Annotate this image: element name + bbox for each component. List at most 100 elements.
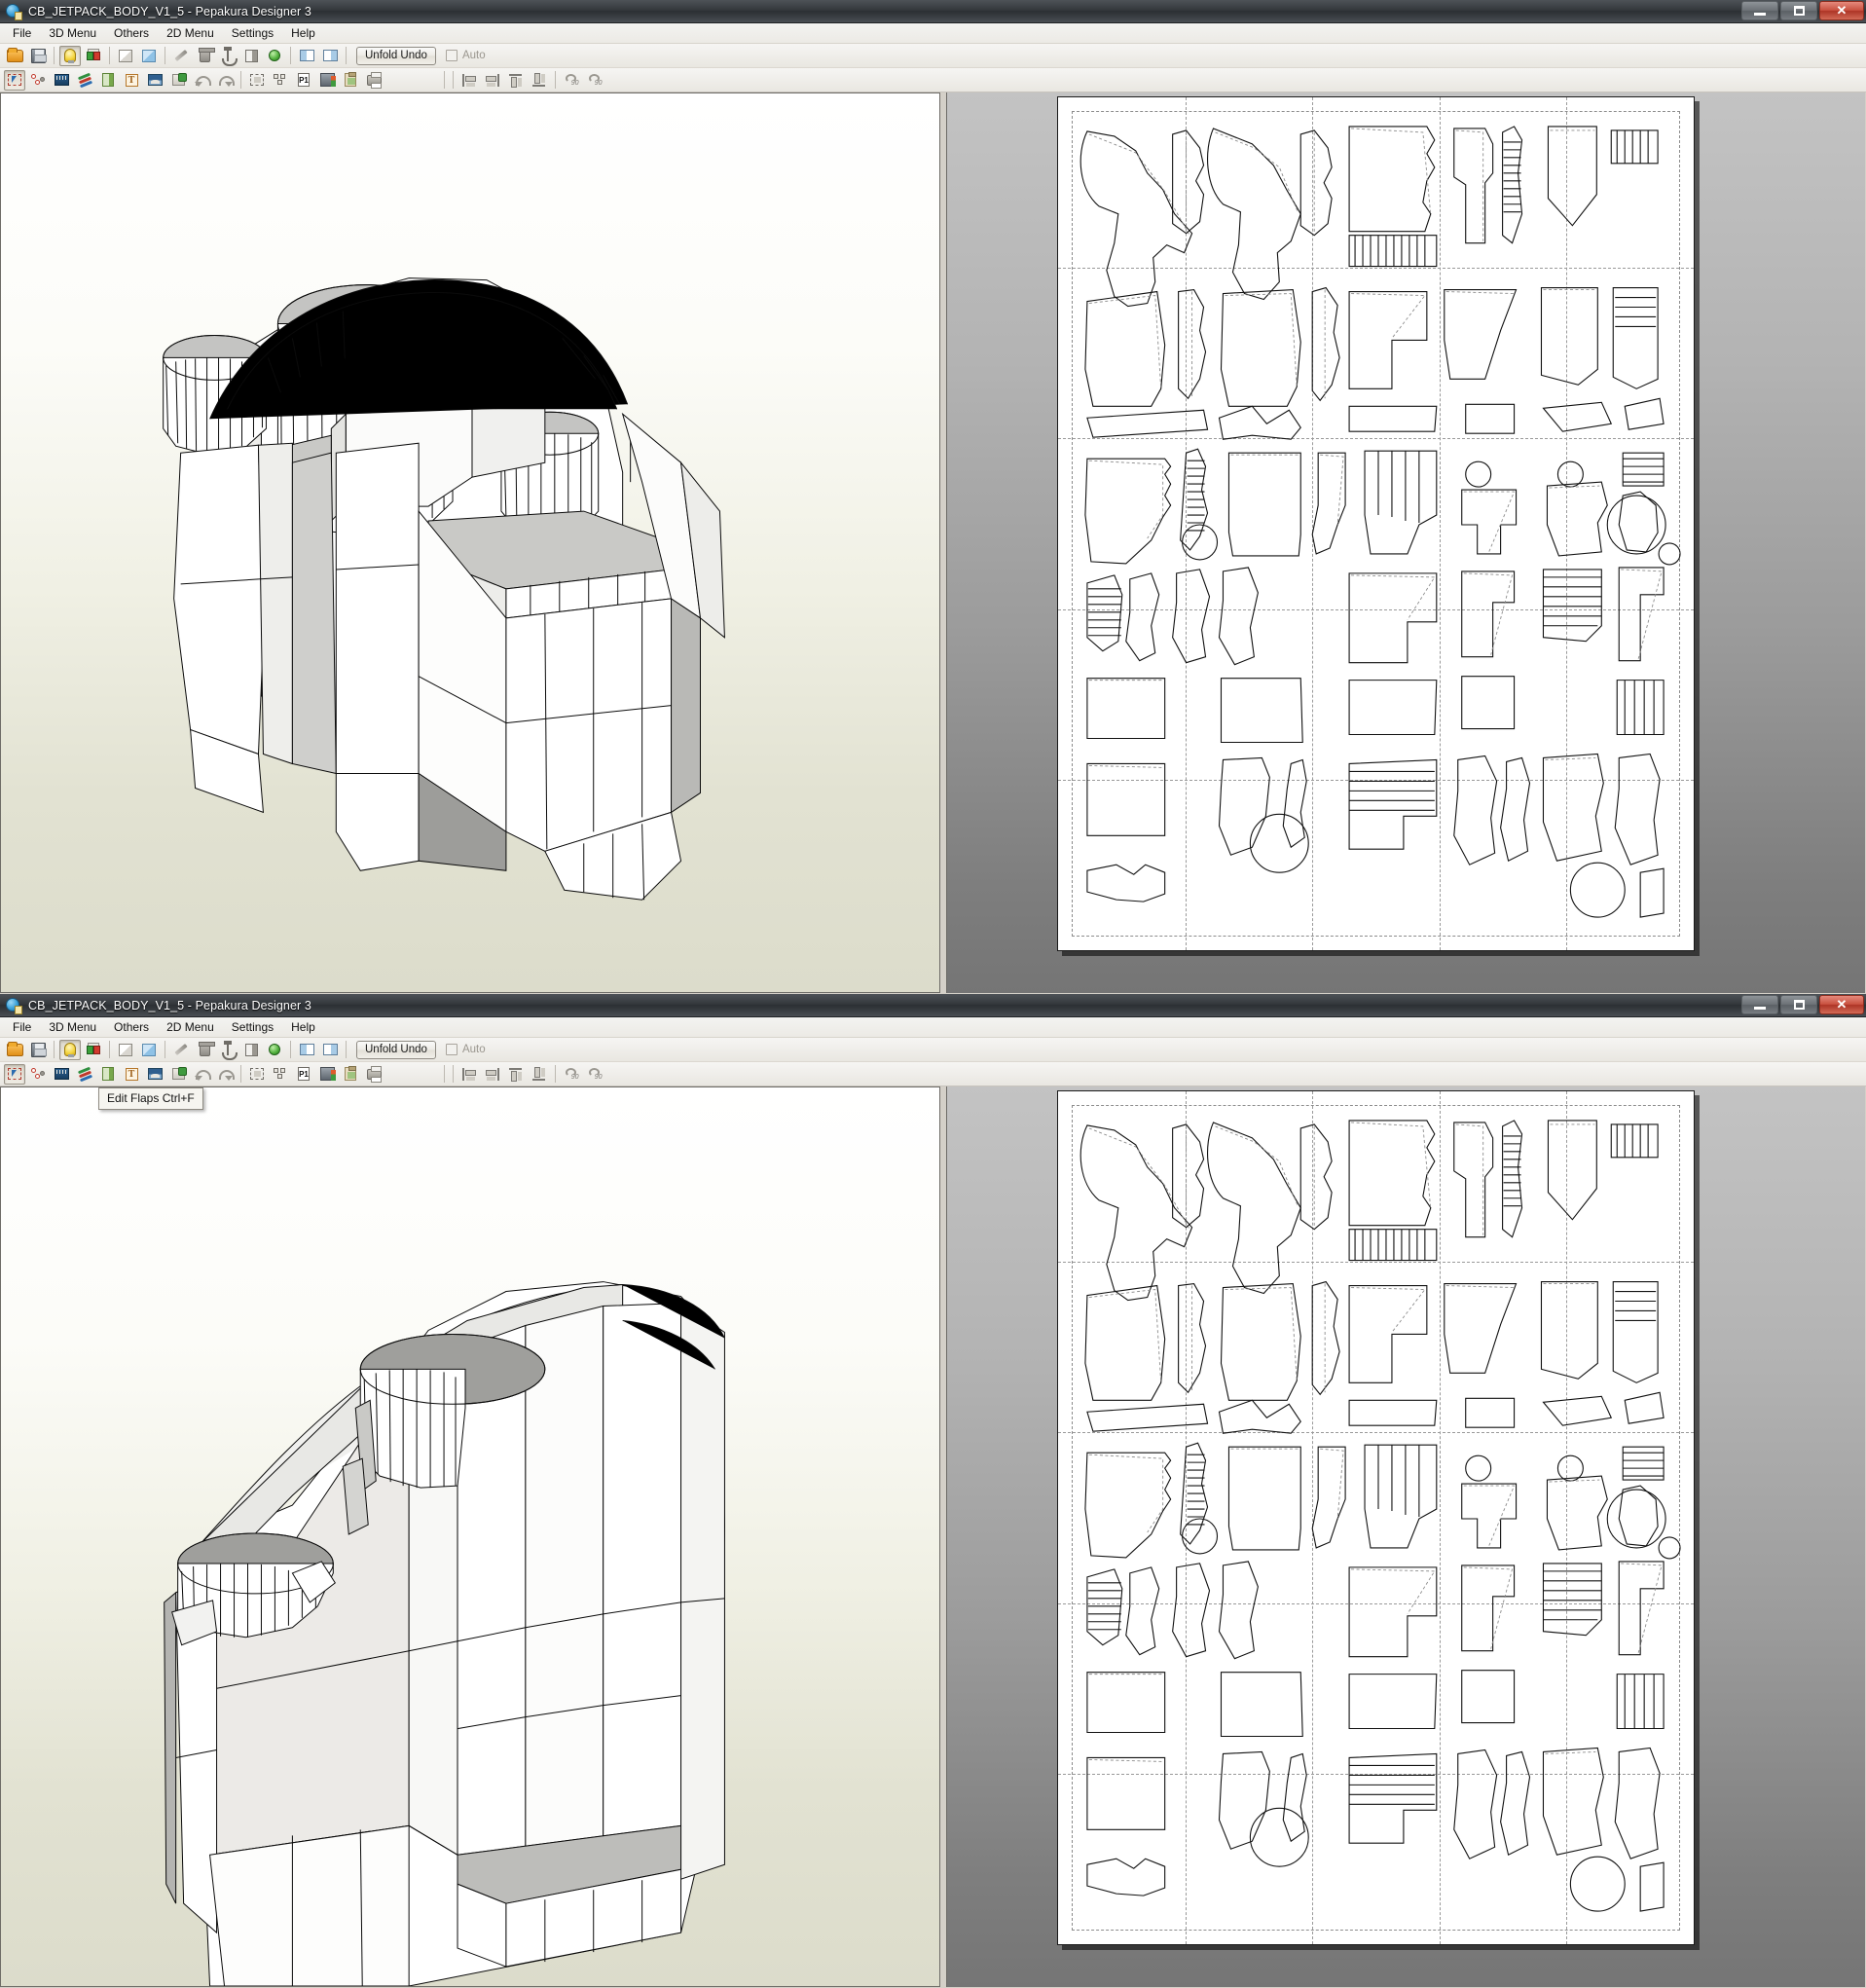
paint-box-icon[interactable] bbox=[167, 70, 189, 91]
select-tool-icon[interactable] bbox=[4, 1063, 25, 1085]
restore-button[interactable] bbox=[1780, 995, 1817, 1014]
redo-icon[interactable] bbox=[214, 70, 236, 91]
anchor-icon[interactable] bbox=[217, 1040, 238, 1060]
pane-right-icon[interactable] bbox=[319, 46, 341, 66]
green-globe-icon[interactable] bbox=[264, 46, 285, 66]
measure-ruler-icon[interactable] bbox=[51, 70, 72, 91]
auto-checkbox-group[interactable]: Auto bbox=[445, 1044, 486, 1055]
unfold-undo-button[interactable]: Unfold Undo bbox=[356, 46, 436, 65]
light-bulb-icon[interactable] bbox=[59, 45, 81, 66]
anchor-icon[interactable] bbox=[217, 46, 238, 66]
add-image-icon[interactable] bbox=[144, 1064, 165, 1085]
add-text-icon[interactable]: T bbox=[121, 70, 142, 91]
menu-item-3d-menu[interactable]: 3D Menu bbox=[40, 1018, 105, 1036]
pane-left-icon[interactable] bbox=[296, 1040, 317, 1060]
measure-ruler-icon[interactable] bbox=[51, 1064, 72, 1085]
auto-checkbox[interactable] bbox=[445, 1044, 457, 1055]
export-save-icon[interactable] bbox=[316, 70, 338, 91]
menu-item-file[interactable]: File bbox=[4, 24, 40, 42]
auto-checkbox-group[interactable]: Auto bbox=[445, 50, 486, 61]
align-left-icon[interactable] bbox=[458, 1064, 480, 1085]
edit-flaps-icon[interactable] bbox=[74, 70, 95, 91]
page-setup-icon[interactable]: P1 bbox=[293, 70, 314, 91]
align-top-icon[interactable] bbox=[505, 1064, 527, 1085]
open-book-icon[interactable] bbox=[97, 1064, 119, 1085]
blue-box-icon[interactable] bbox=[138, 1040, 160, 1060]
undo-icon[interactable] bbox=[191, 70, 212, 91]
open-file-icon[interactable] bbox=[4, 46, 25, 66]
export-save-icon[interactable] bbox=[316, 1064, 338, 1085]
menu-item-help[interactable]: Help bbox=[282, 1018, 324, 1036]
arrange-parts-icon[interactable] bbox=[270, 1064, 291, 1085]
blue-box-icon[interactable] bbox=[138, 46, 160, 66]
minimize-button[interactable] bbox=[1741, 1, 1778, 20]
cylinder-icon[interactable] bbox=[194, 1040, 215, 1060]
menu-item-others[interactable]: Others bbox=[105, 24, 158, 42]
half-shade-box-icon[interactable] bbox=[240, 1040, 262, 1060]
paint-box-icon[interactable] bbox=[167, 1064, 189, 1085]
align-bottom-icon[interactable] bbox=[529, 1064, 550, 1085]
unfold-undo-button[interactable]: Unfold Undo bbox=[356, 1040, 436, 1059]
restore-button[interactable] bbox=[1780, 1, 1817, 20]
title-bar[interactable]: CB_JETPACK_BODY_V1_5 - Pepakura Designer… bbox=[0, 994, 1866, 1017]
pane-right-icon[interactable] bbox=[319, 1040, 341, 1060]
white-box-icon[interactable] bbox=[115, 46, 136, 66]
print-icon[interactable] bbox=[363, 70, 384, 91]
minimize-button[interactable] bbox=[1741, 995, 1778, 1014]
menu-item-others[interactable]: Others bbox=[105, 1018, 158, 1036]
align-right-icon[interactable] bbox=[482, 1064, 503, 1085]
half-shade-box-icon[interactable] bbox=[240, 46, 262, 66]
menu-item-3d-menu[interactable]: 3D Menu bbox=[40, 24, 105, 42]
light-bulb-icon[interactable] bbox=[59, 1039, 81, 1060]
marquee-select-icon[interactable] bbox=[246, 70, 268, 91]
color-cube-icon[interactable] bbox=[83, 46, 104, 66]
align-left-icon[interactable] bbox=[458, 70, 480, 91]
page-setup-icon[interactable]: P1 bbox=[293, 1064, 314, 1085]
add-text-icon[interactable]: T bbox=[121, 1064, 142, 1085]
clipboard-icon[interactable] bbox=[340, 1064, 361, 1085]
print-icon[interactable] bbox=[363, 1064, 384, 1085]
menu-item-file[interactable]: File bbox=[4, 1018, 40, 1036]
save-file-icon[interactable] bbox=[27, 1040, 49, 1060]
unfold-paper-sheet[interactable] bbox=[1057, 1090, 1695, 1945]
save-file-icon[interactable] bbox=[27, 46, 49, 66]
redo-icon[interactable] bbox=[214, 1064, 236, 1085]
rotate-ccw-90-icon[interactable]: 90 bbox=[561, 70, 582, 91]
open-book-icon[interactable] bbox=[97, 70, 119, 91]
add-image-icon[interactable] bbox=[144, 70, 165, 91]
pen-icon[interactable] bbox=[170, 1040, 192, 1060]
clipboard-icon[interactable] bbox=[340, 70, 361, 91]
menu-item-settings[interactable]: Settings bbox=[223, 24, 282, 42]
close-button[interactable]: ✕ bbox=[1819, 1, 1864, 20]
green-globe-icon[interactable] bbox=[264, 1040, 285, 1060]
2d-unfold-viewport[interactable] bbox=[946, 92, 1865, 993]
cylinder-icon[interactable] bbox=[194, 46, 215, 66]
select-tool-icon[interactable] bbox=[4, 69, 25, 91]
menu-item-help[interactable]: Help bbox=[282, 24, 324, 42]
pen-icon[interactable] bbox=[170, 46, 192, 66]
menu-item-2d-menu[interactable]: 2D Menu bbox=[158, 24, 223, 42]
2d-unfold-viewport[interactable] bbox=[946, 1086, 1865, 1987]
menu-item-settings[interactable]: Settings bbox=[223, 1018, 282, 1036]
rotate-cw-90-icon[interactable]: 90 bbox=[584, 1064, 605, 1085]
align-right-icon[interactable] bbox=[482, 70, 503, 91]
menu-item-2d-menu[interactable]: 2D Menu bbox=[158, 1018, 223, 1036]
vertex-join-icon[interactable] bbox=[27, 1064, 49, 1085]
color-cube-icon[interactable] bbox=[83, 1040, 104, 1060]
pane-left-icon[interactable] bbox=[296, 46, 317, 66]
align-bottom-icon[interactable] bbox=[529, 70, 550, 91]
vertex-join-icon[interactable] bbox=[27, 70, 49, 91]
edit-flaps-icon[interactable] bbox=[74, 1064, 95, 1085]
close-button[interactable]: ✕ bbox=[1819, 995, 1864, 1014]
title-bar[interactable]: CB_JETPACK_BODY_V1_5 - Pepakura Designer… bbox=[0, 0, 1866, 23]
arrange-parts-icon[interactable] bbox=[270, 70, 291, 91]
rotate-cw-90-icon[interactable]: 90 bbox=[584, 70, 605, 91]
white-box-icon[interactable] bbox=[115, 1040, 136, 1060]
3d-model-viewport[interactable] bbox=[0, 92, 940, 993]
auto-checkbox[interactable] bbox=[445, 50, 457, 61]
marquee-select-icon[interactable] bbox=[246, 1064, 268, 1085]
rotate-ccw-90-icon[interactable]: 90 bbox=[561, 1064, 582, 1085]
undo-icon[interactable] bbox=[191, 1064, 212, 1085]
open-file-icon[interactable] bbox=[4, 1040, 25, 1060]
align-top-icon[interactable] bbox=[505, 70, 527, 91]
